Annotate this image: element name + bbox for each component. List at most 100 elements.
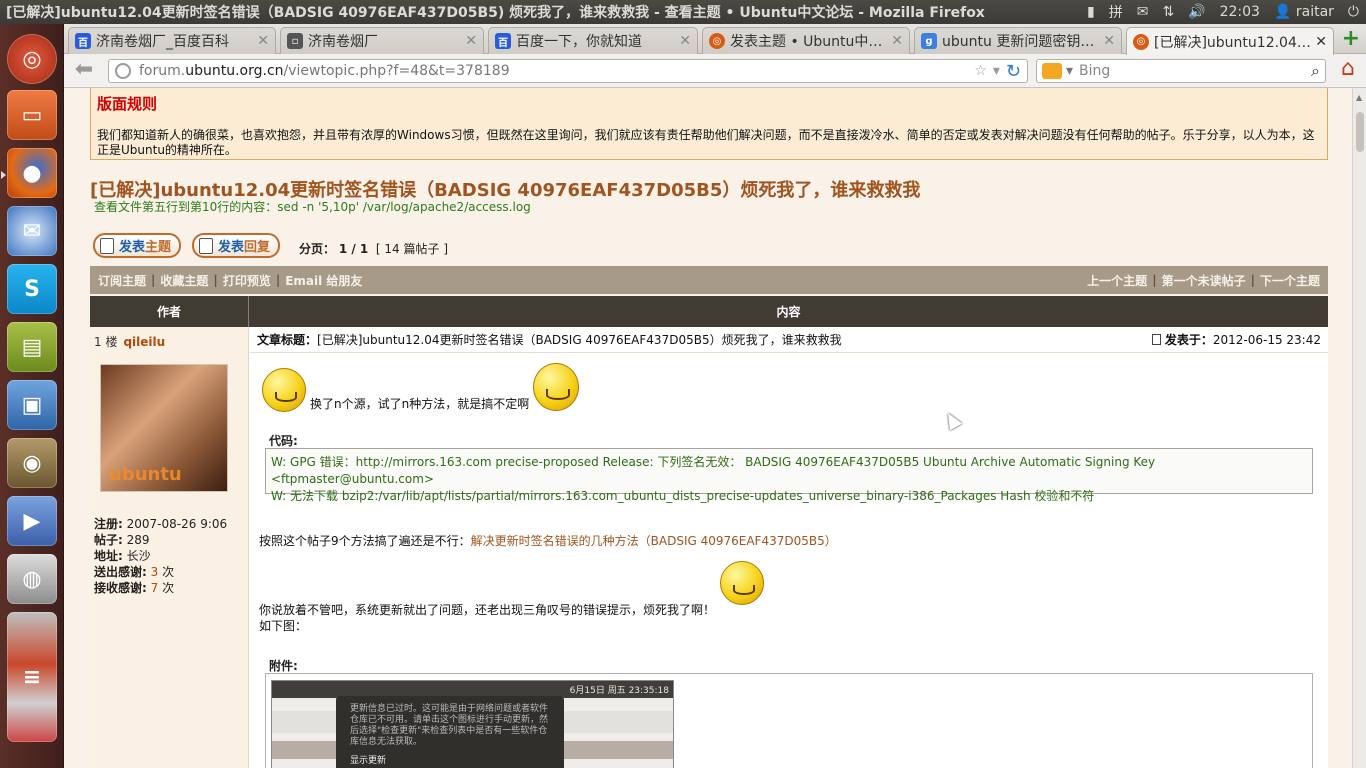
post-line-4: 如下图：	[259, 619, 308, 633]
ubuntu-favicon-icon: ◎	[709, 33, 725, 49]
input-method-indicator[interactable]: 拼	[1102, 0, 1130, 24]
reply-label-a: 发表	[218, 240, 245, 255]
tab-5-active[interactable]: ◎ [已解决]ubuntu12.04… ✕	[1126, 27, 1334, 55]
bookmark-topic-link[interactable]: 收藏主题	[160, 272, 208, 289]
profile-thanks-received: 接收感谢: 7 次	[94, 581, 175, 595]
page-favicon-icon: ▫	[287, 33, 303, 49]
close-tab-icon[interactable]: ✕	[257, 33, 269, 49]
post-count: [ 14 篇帖子 ]	[375, 242, 448, 256]
image-viewer-icon[interactable]: ▣	[7, 380, 57, 430]
close-tab-icon[interactable]: ✕	[465, 33, 477, 49]
battery-icon[interactable]: ▮	[1080, 0, 1102, 24]
close-tab-icon[interactable]: ✕	[1103, 33, 1115, 49]
tab-label: [已解决]ubuntu12.04…	[1154, 34, 1311, 51]
thanks-received-link[interactable]: 7	[151, 581, 159, 595]
bookmark-star-icon[interactable]: ☆	[974, 63, 987, 79]
window-title: [已解决]ubuntu12.04更新时签名错误（BADSIG 40976EAF4…	[6, 5, 985, 21]
tab-3[interactable]: ◎ 发表主题 • Ubuntu中… ✕	[702, 27, 910, 54]
skype-icon[interactable]: S	[7, 264, 57, 314]
more-apps-icon[interactable]: ≡	[7, 612, 57, 742]
thunderbird-icon[interactable]: ✉	[7, 206, 57, 256]
author-name[interactable]: qileilu	[123, 335, 165, 349]
speaker-icon[interactable]: ◍	[7, 554, 57, 604]
volume-icon[interactable]: 🔊	[1181, 0, 1212, 24]
thanks-sent-link[interactable]: 3	[151, 565, 159, 579]
new-topic-icon	[100, 237, 114, 254]
user-menu[interactable]: 👤 raitar	[1267, 0, 1341, 24]
url-path: /viewtopic.php?f=48&t=378189	[283, 63, 510, 79]
tab-1[interactable]: ▫ 济南卷烟厂 ✕	[280, 27, 484, 54]
sweat-grin-smiley-icon	[533, 363, 579, 411]
close-tab-icon[interactable]: ✕	[679, 33, 691, 49]
screenshot-note-text: 更新信息已过时。这可能是由于网络问题或者软件仓库已不可用。请单击这个图标进行手动…	[350, 704, 549, 747]
new-tab-icon[interactable]: +	[1342, 28, 1360, 50]
prev-topic-link[interactable]: 上一个主题	[1087, 272, 1147, 289]
post-header: 文章标题： [已解决]ubuntu12.04更新时签名错误（BADSIG 409…	[250, 327, 1328, 353]
new-topic-label-b: 主题	[145, 240, 172, 255]
attachment-screenshot[interactable]: 6月15日 周五 23:35:18 更新信息已过时。这可能是由于网络问题或者软件…	[271, 680, 674, 768]
vertical-scrollbar[interactable]: ▲	[1352, 88, 1366, 768]
confused-smiley-icon	[720, 561, 764, 605]
close-tab-icon[interactable]: ✕	[1315, 34, 1327, 50]
attachment-label: 附件:	[269, 659, 298, 673]
new-topic-label-a: 发表	[119, 240, 146, 255]
reply-button[interactable]: 发表 回复	[192, 233, 281, 258]
tab-0[interactable]: 百 济南卷烟厂_百度百科 ✕	[68, 27, 276, 54]
search-engine-dropdown-icon[interactable]: ▾	[1066, 63, 1073, 79]
network-icon[interactable]: ⇅	[1155, 0, 1181, 24]
url-bar[interactable]: forum. ubuntu.org.cn/viewtopic.php?f=48&t…	[108, 59, 1028, 83]
top-panel: [已解决]ubuntu12.04更新时签名错误（BADSIG 40976EAF4…	[0, 0, 1366, 24]
avatar-watermark: ubuntu	[109, 464, 182, 485]
pagination-pages: 1 / 1	[338, 242, 369, 256]
launcher: ◎ ▭ ● ✉ S ▤ ▣ ◉ ▶ ◍ ≡	[0, 24, 64, 768]
dash-icon[interactable]: ◎	[7, 34, 57, 84]
files-icon[interactable]: ▭	[7, 90, 57, 140]
subscribe-topic-link[interactable]: 订阅主题	[98, 272, 146, 289]
ubuntu-favicon-icon: ◎	[1133, 33, 1149, 50]
pagination-label: 分页：	[299, 242, 336, 256]
bing-engine-icon[interactable]	[1042, 63, 1062, 79]
profile-thanks-sent: 送出感谢: 3 次	[94, 565, 175, 579]
new-topic-button[interactable]: 发表 主题	[93, 233, 182, 258]
home-icon[interactable]: ⌂	[1336, 58, 1360, 82]
firefox-icon[interactable]: ●	[7, 148, 57, 198]
scroll-up-icon[interactable]: ▲	[1356, 93, 1362, 102]
video-editor-icon[interactable]: ▶	[7, 496, 57, 546]
clock[interactable]: 22:03	[1213, 0, 1267, 24]
reply-label-b: 回复	[244, 240, 271, 255]
search-bar[interactable]: ▾ Bing ⌕	[1036, 59, 1326, 83]
related-post-link[interactable]: 解决更新时签名错误的几种方法（BADSIG 40976EAF437D05B5）	[471, 534, 837, 548]
reload-icon[interactable]: ↻	[1006, 61, 1021, 82]
tab-2[interactable]: 百 百度一下，你就知道 ✕	[488, 27, 698, 54]
tab-label: 百度一下，你就知道	[516, 34, 642, 50]
tab-label: 济南卷烟厂_百度百科	[96, 34, 229, 50]
print-view-link[interactable]: 打印预览	[223, 272, 271, 289]
google-favicon-icon: g	[921, 33, 937, 49]
history-dropdown-icon[interactable]: ▾	[993, 63, 1000, 79]
navigation-toolbar: ⬅ forum. ubuntu.org.cn/viewtopic.php?f=48…	[64, 54, 1366, 88]
next-topic-link[interactable]: 下一个主题	[1260, 272, 1320, 289]
post-floor: 1 楼 qileilu	[90, 327, 249, 353]
first-unread-link[interactable]: 第一个未读帖子	[1162, 272, 1246, 289]
baidu-favicon-icon: 百	[75, 33, 91, 49]
close-tab-icon[interactable]: ✕	[891, 33, 903, 49]
posted-label: 发表于：	[1164, 333, 1213, 347]
email-friend-link[interactable]: Email 给朋友	[285, 272, 362, 289]
books-icon[interactable]: ▤	[7, 322, 57, 372]
gimp-icon[interactable]: ◉	[7, 438, 57, 488]
topic-options-bar: 订阅主题 | 收藏主题 | 打印预览 | Email 给朋友 上一个主题 | 第一个未读…	[90, 266, 1328, 294]
post-line-1: 换了n个源，试了n种方法，就是搞不定啊	[310, 397, 530, 411]
code-label: 代码:	[269, 434, 298, 448]
tab-strip: 百 济南卷烟厂_百度百科 ✕ ▫ 济南卷烟厂 ✕ 百 百度一下，你就知道 ✕ ◎…	[64, 24, 1366, 55]
post-icon[interactable]	[1151, 334, 1161, 345]
power-icon[interactable]: ⏻	[1341, 0, 1366, 24]
rules-heading: 版面规则	[97, 95, 158, 113]
back-button[interactable]: ⬅	[70, 59, 98, 83]
search-icon[interactable]: ⌕	[1311, 61, 1320, 81]
url-prefix: forum.	[139, 63, 186, 79]
pagination: 分页： 1 / 1 [ 14 篇帖子 ]	[299, 240, 448, 257]
tab-4[interactable]: g ubuntu 更新问题密钥… ✕	[914, 27, 1122, 54]
mail-icon[interactable]: ✉	[1130, 0, 1156, 24]
scrollbar-thumb[interactable]	[1356, 112, 1364, 152]
code-line-2: W: 无法下载 bzip2:/var/lib/apt/lists/partial…	[271, 489, 1095, 503]
